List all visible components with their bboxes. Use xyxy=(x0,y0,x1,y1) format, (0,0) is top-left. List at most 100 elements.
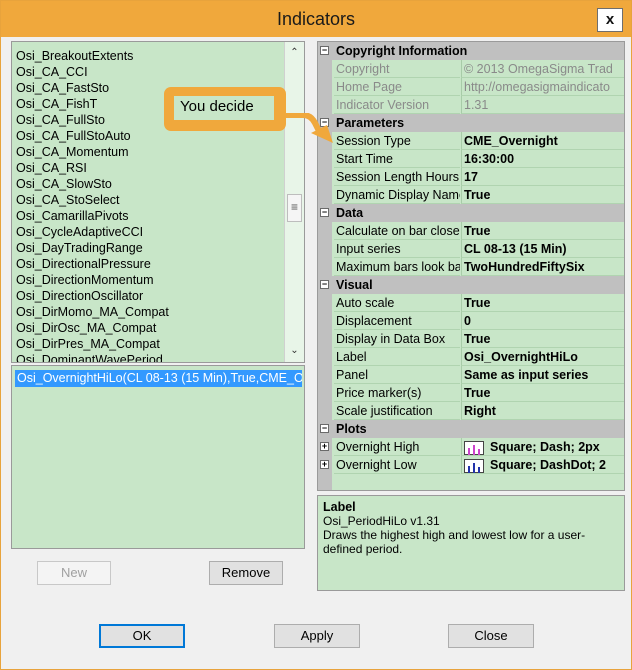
property-name: Label xyxy=(334,348,460,366)
ok-button[interactable]: OK xyxy=(99,624,185,648)
property-row[interactable]: Label Osi_OvernightHiLo xyxy=(318,348,624,366)
property-value[interactable]: 1.31 xyxy=(461,96,624,114)
indicator-list-item[interactable]: Osi_CA_Momentum xyxy=(12,144,169,160)
plot-style-icon xyxy=(464,458,484,473)
property-row[interactable]: Displacement 0 xyxy=(318,312,624,330)
indicator-list-item[interactable]: Osi_CycleAdaptiveCCI xyxy=(12,224,169,240)
collapse-icon[interactable]: − xyxy=(320,46,329,55)
description-name: Osi_PeriodHiLo v1.31 xyxy=(323,514,440,528)
apply-button[interactable]: Apply xyxy=(274,624,360,648)
scroll-thumb[interactable]: ≡ xyxy=(287,194,302,222)
property-name: Auto scale xyxy=(334,294,460,312)
property-row[interactable]: + Overnight High Square; Dash; 2px xyxy=(318,438,624,456)
applied-indicators-list[interactable]: Osi_OvernightHiLo(CL 08-13 (15 Min),True… xyxy=(11,365,305,549)
property-row[interactable]: + Overnight Low Square; DashDot; 2 xyxy=(318,456,624,474)
collapse-icon[interactable]: − xyxy=(320,208,329,217)
remove-button[interactable]: Remove xyxy=(209,561,283,585)
category-visual[interactable]: − Visual xyxy=(318,276,624,294)
property-row[interactable]: Session Length Hours 17 xyxy=(318,168,624,186)
indicator-list-item[interactable]: Osi_DayTradingRange xyxy=(12,240,169,256)
property-value[interactable]: True xyxy=(461,294,624,312)
property-row[interactable]: Indicator Version 1.31 xyxy=(318,96,624,114)
property-value[interactable]: Square; Dash; 2px xyxy=(461,438,624,456)
property-value[interactable]: True xyxy=(461,186,624,204)
property-row[interactable]: Panel Same as input series xyxy=(318,366,624,384)
property-name: Scale justification xyxy=(334,402,460,420)
indicator-list-item[interactable]: Osi_DirectionMomentum xyxy=(12,272,169,288)
property-name: Session Type xyxy=(334,132,460,150)
indicator-list-item[interactable]: Osi_CA_FishT xyxy=(12,96,169,112)
property-name: Maximum bars look back xyxy=(334,258,460,276)
indicator-list-item[interactable]: Osi_CA_RSI xyxy=(12,160,169,176)
indicator-list-item[interactable]: Osi_CA_SlowSto xyxy=(12,176,169,192)
chevron-down-icon[interactable]: ⌄ xyxy=(285,342,304,360)
description-panel: Label Osi_PeriodHiLo v1.31 Draws the hig… xyxy=(317,495,625,591)
category-copyright[interactable]: − Copyright Information xyxy=(318,42,624,60)
indicator-list-item[interactable]: Osi_DominantWavePeriod xyxy=(12,352,169,362)
property-row[interactable]: Auto scale True xyxy=(318,294,624,312)
category-data[interactable]: − Data xyxy=(318,204,624,222)
indicator-list-scrollbar[interactable]: ⌃ ≡ ⌄ xyxy=(284,42,304,362)
property-value[interactable]: Osi_OvernightHiLo xyxy=(461,348,624,366)
property-row[interactable]: Copyright © 2013 OmegaSigma Trad xyxy=(318,60,624,78)
property-value[interactable]: 0 xyxy=(461,312,624,330)
indicator-list-item[interactable]: Osi_CamarillaPivots xyxy=(12,208,169,224)
property-row[interactable]: Scale justification Right xyxy=(318,402,624,420)
property-row[interactable]: Home Page http://omegasigmaindicato xyxy=(318,78,624,96)
chevron-up-icon[interactable]: ⌃ xyxy=(285,44,304,62)
property-name: Price marker(s) xyxy=(334,384,460,402)
property-value[interactable]: Same as input series xyxy=(461,366,624,384)
close-button[interactable]: Close xyxy=(448,624,534,648)
property-value[interactable]: © 2013 OmegaSigma Trad xyxy=(461,60,624,78)
new-button[interactable]: New xyxy=(37,561,111,585)
applied-indicator-item[interactable]: Osi_OvernightHiLo(CL 08-13 (15 Min),True… xyxy=(15,370,302,387)
property-row[interactable]: Start Time 16:30:00 xyxy=(318,150,624,168)
indicator-list-item[interactable]: Osi_CA_FullSto xyxy=(12,112,169,128)
property-row[interactable]: Display in Data Box True xyxy=(318,330,624,348)
annotation-callout: You decide xyxy=(164,87,286,131)
property-value[interactable]: 17 xyxy=(461,168,624,186)
property-value[interactable]: http://omegasigmaindicato xyxy=(461,78,624,96)
expand-icon[interactable]: + xyxy=(320,442,329,451)
indicator-list-item[interactable]: Osi_CA_FullStoAuto xyxy=(12,128,169,144)
title-bar: Indicators x xyxy=(1,1,631,37)
indicator-list-item[interactable]: Osi_BreakoutExtents xyxy=(12,48,169,64)
property-value[interactable]: True xyxy=(461,330,624,348)
category-label: Copyright Information xyxy=(336,44,468,58)
property-value[interactable]: True xyxy=(461,222,624,240)
description-title: Label xyxy=(323,500,356,514)
expand-icon[interactable]: + xyxy=(320,460,329,469)
property-value[interactable]: True xyxy=(461,384,624,402)
property-value[interactable]: Square; DashDot; 2 xyxy=(461,456,624,474)
property-name: Input series xyxy=(334,240,460,258)
indicator-list-item[interactable]: Osi_DirectionalPressure xyxy=(12,256,169,272)
property-name: Overnight High xyxy=(334,438,460,456)
property-row[interactable]: Session Type CME_Overnight xyxy=(318,132,624,150)
property-row[interactable]: Maximum bars look backTwoHundredFiftySix xyxy=(318,258,624,276)
property-value[interactable]: TwoHundredFiftySix xyxy=(461,258,624,276)
property-row[interactable]: Dynamic Display Name True xyxy=(318,186,624,204)
plot-style-text: Square; Dash; 2px xyxy=(490,440,600,454)
collapse-icon[interactable]: − xyxy=(320,424,329,433)
indicator-list-item[interactable]: Osi_DirOsc_MA_Compat xyxy=(12,320,169,336)
property-value[interactable]: CL 08-13 (15 Min) xyxy=(461,240,624,258)
indicator-list-item[interactable]: Osi_CA_CCI xyxy=(12,64,169,80)
category-parameters[interactable]: − Parameters xyxy=(318,114,624,132)
category-plots[interactable]: − Plots xyxy=(318,420,624,438)
property-value[interactable]: Right xyxy=(461,402,624,420)
category-label: Visual xyxy=(336,278,373,292)
indicator-list-item[interactable]: Osi_DirectionOscillator xyxy=(12,288,169,304)
property-row[interactable]: Price marker(s) True xyxy=(318,384,624,402)
indicator-list-item[interactable]: Osi_CA_FastSto xyxy=(12,80,169,96)
property-row[interactable]: Calculate on bar close True xyxy=(318,222,624,240)
close-window-button[interactable]: x xyxy=(597,8,623,32)
property-value[interactable]: 16:30:00 xyxy=(461,150,624,168)
property-row[interactable]: Input series CL 08-13 (15 Min) xyxy=(318,240,624,258)
indicator-list-item[interactable]: Osi_DirMomo_MA_Compat xyxy=(12,304,169,320)
property-value[interactable]: CME_Overnight xyxy=(461,132,624,150)
indicator-list-item[interactable]: Osi_DirPres_MA_Compat xyxy=(12,336,169,352)
collapse-icon[interactable]: − xyxy=(320,280,329,289)
callout-label: You decide xyxy=(174,96,274,120)
indicator-list-item[interactable]: Osi_CA_StoSelect xyxy=(12,192,169,208)
category-label: Data xyxy=(336,206,364,220)
